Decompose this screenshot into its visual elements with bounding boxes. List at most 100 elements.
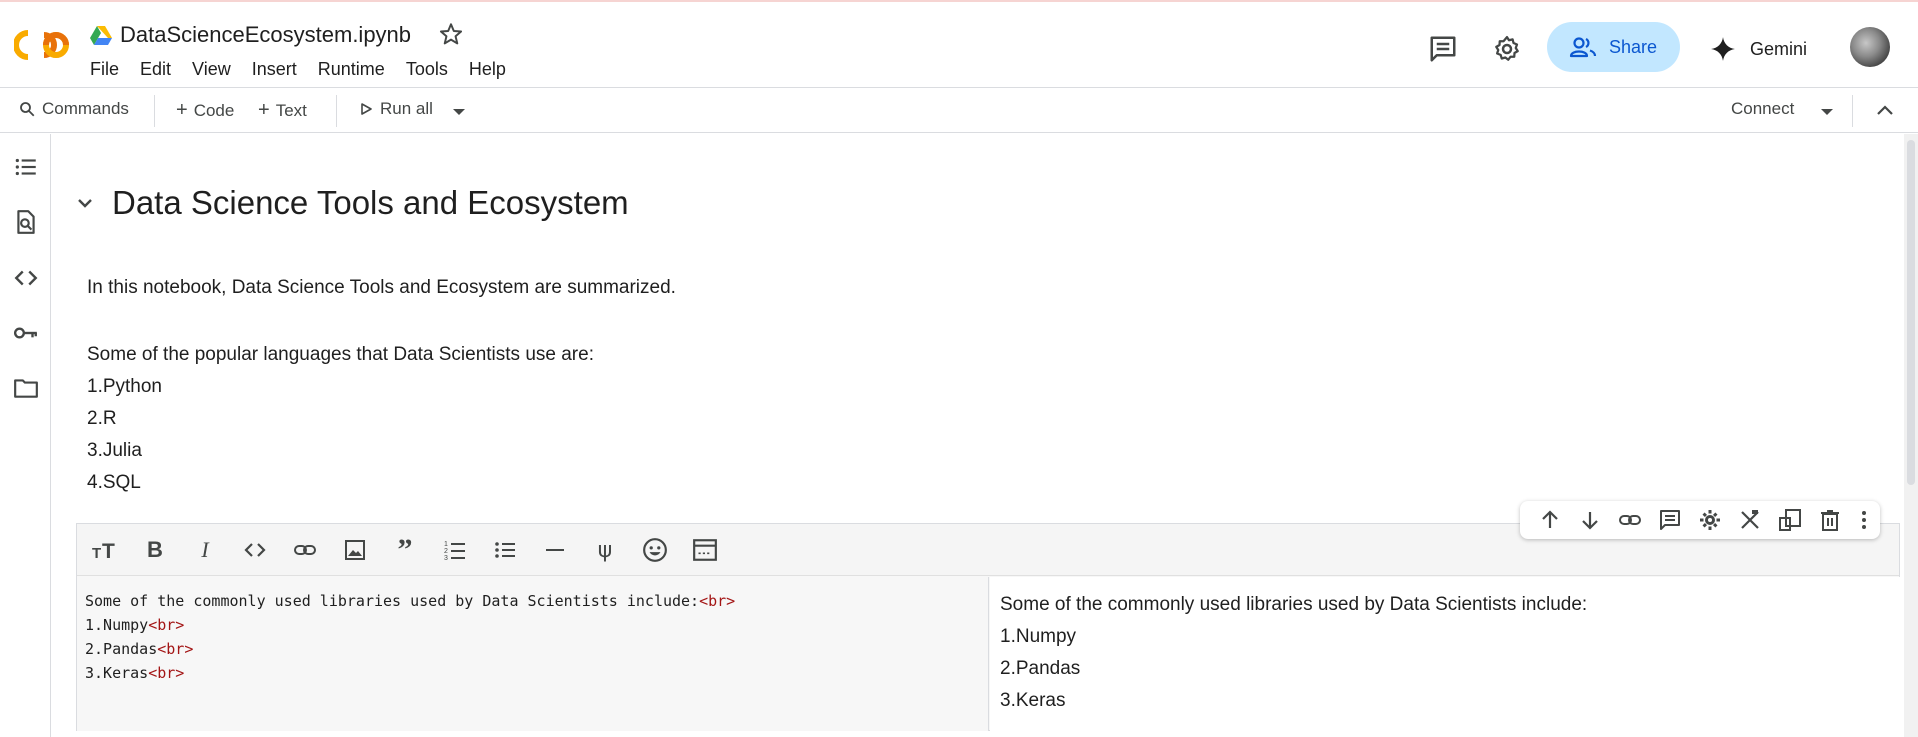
google-drive-icon: [90, 26, 112, 45]
plus-icon: +: [176, 99, 188, 121]
svg-text:T: T: [102, 540, 115, 561]
connect-dropdown-icon[interactable]: [1820, 107, 1834, 117]
menu-edit[interactable]: Edit: [140, 59, 171, 80]
add-code-button[interactable]: + Code: [176, 99, 234, 122]
text-cell-editing[interactable]: TT B I ” 123 ψ Some of the commonly used…: [76, 523, 1900, 731]
left-sidebar: [0, 134, 51, 737]
star-icon[interactable]: [438, 21, 464, 47]
close-editor-icon[interactable]: [1738, 508, 1762, 532]
link-icon[interactable]: [291, 536, 319, 564]
code-label: Code: [193, 100, 235, 120]
emoji-icon[interactable]: [641, 536, 669, 564]
vertical-scrollbar[interactable]: [1904, 134, 1918, 737]
svg-text:T: T: [92, 545, 101, 561]
psi-icon[interactable]: ψ: [591, 536, 619, 564]
list-item: 1.Python: [87, 376, 162, 397]
image-icon[interactable]: [341, 536, 369, 564]
files-folder-icon[interactable]: [13, 375, 39, 401]
menu-tools[interactable]: Tools: [406, 59, 448, 80]
comment-icon[interactable]: [1658, 508, 1682, 532]
list-item: 3.Julia: [87, 440, 142, 461]
run-all-dropdown-icon[interactable]: [452, 107, 466, 117]
menu-file[interactable]: File: [90, 59, 119, 80]
text-label: Text: [275, 100, 307, 120]
languages-block: Some of the popular languages that Data …: [87, 339, 594, 499]
bold-icon[interactable]: B: [141, 536, 169, 564]
colab-logo[interactable]: [14, 27, 72, 63]
code-snippets-icon[interactable]: [13, 265, 39, 291]
header: DataScienceEcosystem.ipynb File Edit Vie…: [0, 5, 1918, 88]
toolbar-divider: [1852, 95, 1853, 127]
mirror-cell-icon[interactable]: [1778, 508, 1802, 532]
gemini-label: Gemini: [1750, 38, 1808, 59]
add-text-button[interactable]: + Text: [258, 99, 307, 122]
svg-text:3: 3: [444, 555, 448, 562]
menu-bar: File Edit View Insert Runtime Tools Help: [90, 59, 527, 80]
more-vert-icon[interactable]: [1852, 508, 1876, 532]
share-label: Share: [1609, 36, 1658, 57]
connect-button[interactable]: Connect: [1731, 99, 1794, 119]
notebook-toolbar: Commands + Code + Text Run all Connect: [0, 89, 1918, 133]
collapse-section-icon[interactable]: [76, 197, 94, 209]
notebook-title[interactable]: DataScienceEcosystem.ipynb: [120, 22, 411, 48]
play-icon: [361, 103, 372, 115]
collapse-header-icon[interactable]: [1876, 103, 1894, 117]
link-icon[interactable]: [1618, 508, 1642, 532]
move-up-icon[interactable]: [1538, 508, 1562, 532]
quote-icon[interactable]: ”: [391, 533, 419, 566]
menu-insert[interactable]: Insert: [252, 59, 297, 80]
list-item: 2.R: [87, 408, 117, 429]
account-avatar[interactable]: [1850, 27, 1890, 67]
share-button[interactable]: Share: [1547, 22, 1680, 72]
menu-help[interactable]: Help: [469, 59, 506, 80]
menu-view[interactable]: View: [192, 59, 231, 80]
bullet-list-icon[interactable]: [491, 536, 519, 564]
intro-text: In this notebook, Data Science Tools and…: [87, 277, 676, 298]
markdown-preview: Some of the commonly used libraries used…: [990, 577, 1900, 731]
run-all-button[interactable]: Run all: [360, 99, 433, 119]
plus-icon: +: [258, 99, 270, 121]
list-item: 3.Keras: [1000, 690, 1066, 711]
search-icon: [20, 102, 35, 117]
menu-runtime[interactable]: Runtime: [318, 59, 385, 80]
commands-button[interactable]: Commands: [18, 99, 129, 119]
move-down-icon[interactable]: [1578, 508, 1602, 532]
cell-actions-toolbar: [1520, 501, 1880, 539]
markdown-source-editor[interactable]: Some of the commonly used libraries used…: [77, 577, 989, 731]
section-title: Data Science Tools and Ecosystem: [112, 184, 629, 221]
list-item: 2.Pandas: [1000, 658, 1081, 679]
list-item: 4.SQL: [87, 472, 141, 493]
settings-gear-icon[interactable]: [1492, 34, 1522, 64]
svg-text:1: 1: [444, 541, 448, 548]
preview-heading: Some of the commonly used libraries used…: [1000, 594, 1588, 615]
source-line: Some of the commonly used libraries used…: [85, 592, 736, 610]
settings-icon[interactable]: [1698, 508, 1722, 532]
gemini-sparkle-icon: [1711, 37, 1735, 61]
code-icon[interactable]: [241, 536, 269, 564]
italic-icon[interactable]: I: [191, 536, 219, 564]
commands-label: Commands: [42, 99, 129, 118]
secrets-key-icon[interactable]: [13, 320, 39, 346]
toolbar-divider: [336, 95, 337, 127]
run-all-label: Run all: [380, 99, 433, 118]
list-item: 1.Numpy: [1000, 626, 1077, 647]
source-line: 2.Pandas<br>: [85, 640, 194, 658]
toolbar-divider: [154, 95, 155, 127]
gemini-button[interactable]: Gemini: [1710, 36, 1807, 62]
people-icon: [1569, 37, 1597, 58]
connect-label: Connect: [1731, 99, 1795, 118]
delete-icon[interactable]: [1818, 508, 1842, 532]
source-line: 3.Keras<br>: [85, 664, 185, 682]
notebook-content: Data Science Tools and Ecosystem In this…: [52, 134, 1902, 737]
section-header: Data Science Tools and Ecosystem: [76, 184, 629, 222]
languages-heading: Some of the popular languages that Data …: [87, 344, 594, 365]
text-size-icon[interactable]: TT: [91, 536, 119, 564]
numbered-list-icon[interactable]: 123: [441, 536, 469, 564]
find-icon[interactable]: [13, 209, 39, 235]
preview-panel-icon[interactable]: [691, 536, 719, 564]
comments-icon[interactable]: [1428, 34, 1458, 64]
scrollbar-thumb[interactable]: [1907, 140, 1915, 485]
horizontal-rule-icon[interactable]: [541, 536, 569, 564]
svg-text:2: 2: [444, 548, 448, 555]
table-of-contents-icon[interactable]: [13, 154, 39, 180]
